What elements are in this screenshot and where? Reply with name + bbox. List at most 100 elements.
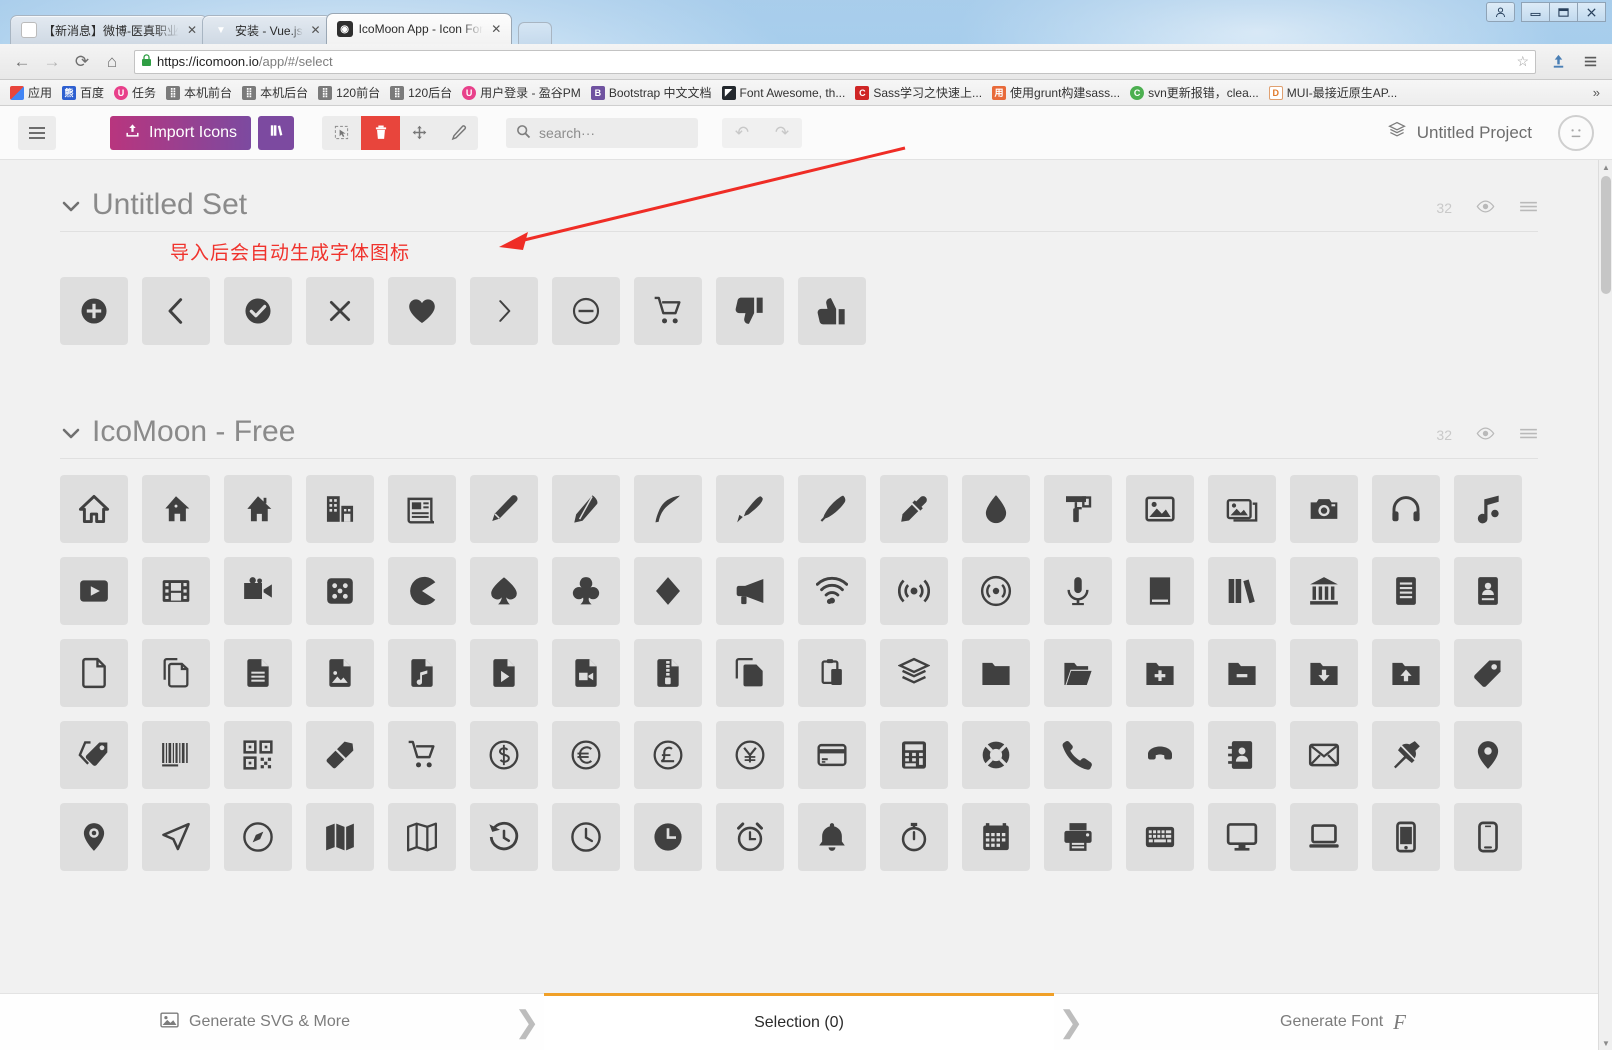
bookmark-item[interactable]: ⣿ 本机后台 — [238, 82, 314, 103]
icon-tile-ticket[interactable] — [306, 721, 374, 789]
icon-tile-spades[interactable] — [470, 557, 538, 625]
icon-tile-headphones[interactable] — [1372, 475, 1440, 543]
icon-tile-film[interactable] — [142, 557, 210, 625]
icon-tile-file-text[interactable] — [1372, 557, 1440, 625]
icon-tile-home[interactable] — [60, 475, 128, 543]
icon-sets-scroll-area[interactable]: Untitled Set 32 导入后会自动生成字体图标 IcoMoon - F… — [0, 160, 1598, 1050]
scroll-up-arrow-icon[interactable]: ▲ — [1599, 160, 1612, 174]
icon-tile-droplet[interactable] — [962, 475, 1030, 543]
icon-tile-pencil[interactable] — [470, 475, 538, 543]
icon-tile-heart[interactable] — [388, 277, 456, 345]
new-tab-button[interactable] — [518, 22, 553, 44]
icon-tile-coin-yen[interactable] — [716, 721, 784, 789]
icon-tile-folder-minus[interactable] — [1208, 639, 1276, 707]
icon-tile-compass[interactable] — [142, 803, 210, 871]
icon-tile-blog[interactable] — [798, 475, 866, 543]
icon-tile-check-circle[interactable] — [224, 277, 292, 345]
close-icon[interactable] — [1577, 2, 1606, 22]
icon-tile-thumbs-up[interactable] — [798, 277, 866, 345]
icon-tile-paint-format[interactable] — [1044, 475, 1112, 543]
icon-tile-display[interactable] — [1208, 803, 1276, 871]
bookmark-item[interactable]: ⣿ 120后台 — [386, 82, 458, 103]
bookmark-item[interactable]: 熊百度 — [58, 82, 110, 103]
icon-tile-location[interactable] — [1454, 721, 1522, 789]
select-tool-button[interactable] — [322, 116, 361, 150]
reload-button[interactable]: ⟳ — [68, 49, 96, 75]
icon-tile-home3[interactable] — [224, 475, 292, 543]
bookmark-item[interactable]: D MUI-最接近原生AP... — [1265, 82, 1403, 103]
delete-tool-button[interactable] — [361, 115, 401, 150]
icon-tile-bell[interactable] — [798, 803, 866, 871]
icon-tile-cart2[interactable] — [388, 721, 456, 789]
set-title[interactable]: IcoMoon - Free — [92, 417, 295, 447]
bookmark-item[interactable]: ⣿ 本机前台 — [162, 82, 238, 103]
scrollbar-thumb[interactable] — [1601, 176, 1611, 294]
icon-tile-coin-pound[interactable] — [634, 721, 702, 789]
icon-tile-alarm[interactable] — [716, 803, 784, 871]
icon-tile-pen[interactable] — [716, 475, 784, 543]
back-button[interactable]: ← — [8, 49, 36, 75]
icon-tile-video-camera[interactable] — [224, 557, 292, 625]
avatar[interactable] — [1558, 114, 1594, 151]
move-tool-button[interactable] — [400, 116, 439, 150]
vertical-scrollbar[interactable]: ▲ ▼ — [1598, 160, 1612, 1050]
bookmark-star-icon[interactable]: ☆ — [1516, 53, 1529, 70]
icon-tile-folder-download[interactable] — [1290, 639, 1358, 707]
icon-tile-mobile2[interactable] — [1454, 803, 1522, 871]
icon-tile-location2[interactable] — [60, 803, 128, 871]
icon-tile-file-zip[interactable] — [634, 639, 702, 707]
icon-tile-images[interactable] — [1208, 475, 1276, 543]
icon-tile-connection[interactable] — [798, 557, 866, 625]
bars-icon[interactable] — [1519, 200, 1538, 216]
icon-tile-coin-dollar[interactable] — [470, 721, 538, 789]
icon-tile-image[interactable] — [1126, 475, 1194, 543]
icon-tile-camera[interactable] — [1290, 475, 1358, 543]
set-title[interactable]: Untitled Set — [92, 190, 247, 220]
eye-icon[interactable] — [1476, 200, 1495, 216]
eye-icon[interactable] — [1476, 427, 1495, 443]
icon-tile-newspaper[interactable] — [388, 475, 456, 543]
icon-tile-calendar[interactable] — [962, 803, 1030, 871]
icon-tile-copy[interactable] — [716, 639, 784, 707]
icon-tile-file-play[interactable] — [470, 639, 538, 707]
icon-tile-pushpin[interactable] — [1372, 721, 1440, 789]
icon-tile-file-picture[interactable] — [306, 639, 374, 707]
icon-tile-profile[interactable] — [1454, 557, 1522, 625]
bookmark-item[interactable]: C Sass学习之快速上... — [851, 82, 988, 103]
bookmark-item[interactable]: B Bootstrap 中文文档 — [587, 82, 718, 103]
extensions-icon[interactable] — [1544, 49, 1572, 75]
icon-tile-phone-hang-up[interactable] — [1126, 721, 1194, 789]
close-icon[interactable]: ✕ — [489, 22, 503, 36]
icon-tile-mic[interactable] — [1044, 557, 1112, 625]
bookmark-item[interactable]: U 用户登录 - 盈谷PM — [458, 82, 587, 103]
icon-tile-eyedropper[interactable] — [880, 475, 948, 543]
icon-tile-barcode[interactable] — [142, 721, 210, 789]
browser-menu-button[interactable] — [1576, 49, 1604, 75]
import-icons-button[interactable]: Import Icons — [110, 115, 252, 150]
close-icon[interactable]: ✕ — [309, 23, 323, 37]
icon-tile-calculator[interactable] — [880, 721, 948, 789]
icon-tile-books[interactable] — [1208, 557, 1276, 625]
icon-tile-minus-circle[interactable] — [552, 277, 620, 345]
icon-tile-envelop[interactable] — [1290, 721, 1358, 789]
icon-tile-address-book[interactable] — [1208, 721, 1276, 789]
forward-button[interactable]: → — [38, 49, 66, 75]
icon-tile-qrcode[interactable] — [224, 721, 292, 789]
icon-tile-stopwatch[interactable] — [880, 803, 948, 871]
icon-tile-plus-circle[interactable] — [60, 277, 128, 345]
icon-tile-folder-plus[interactable] — [1126, 639, 1194, 707]
browser-tab-1[interactable]: e 【新消息】微博-医真职业 ✕ — [10, 15, 208, 44]
icon-tile-mobile[interactable] — [1372, 803, 1440, 871]
icon-tile-dice[interactable] — [306, 557, 374, 625]
icon-tile-phone[interactable] — [1044, 721, 1112, 789]
icon-tile-file-text2[interactable] — [224, 639, 292, 707]
icon-tile-office[interactable] — [306, 475, 374, 543]
icon-tile-library[interactable] — [1290, 557, 1358, 625]
icon-tile-price-tag[interactable] — [1454, 639, 1522, 707]
icon-tile-credit-card[interactable] — [798, 721, 866, 789]
hamburger-icon[interactable] — [18, 115, 56, 150]
icon-tile-clubs[interactable] — [552, 557, 620, 625]
icon-tile-feed[interactable] — [962, 557, 1030, 625]
icon-tile-clock[interactable] — [552, 803, 620, 871]
icon-tile-home2[interactable] — [142, 475, 210, 543]
